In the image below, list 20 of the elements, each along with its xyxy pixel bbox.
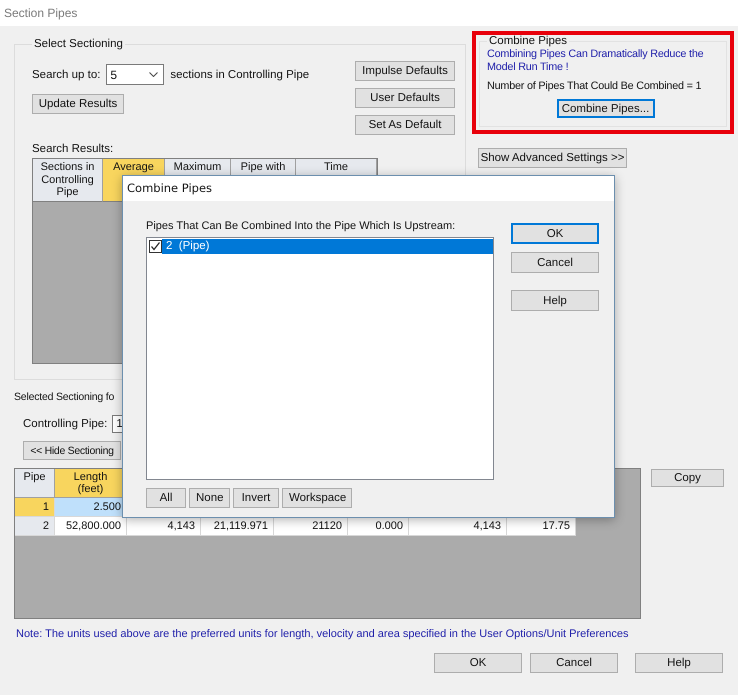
group-title: Combine Pipes xyxy=(488,35,568,47)
table-cell: 17.75 xyxy=(507,517,576,536)
group-title: Select Sectioning xyxy=(33,38,124,50)
table-cell: 4,143 xyxy=(409,517,507,536)
table-cell: 0.000 xyxy=(348,517,409,536)
units-note: Note: The units used above are the preferred units for length, velocity and area specified in the User Options/Unit Preferences xyxy=(16,628,630,640)
window-title: Section Pipes xyxy=(4,6,78,20)
info-message: Combining Pipes Can Dramatically Reduce the Model Run Time ! xyxy=(487,48,704,74)
combinable-count-text: Number of Pipes That Could Be Combined = 1 xyxy=(487,80,702,92)
table-cell: 52,800.000 xyxy=(55,517,127,536)
search-results-label: Search Results: xyxy=(32,143,114,155)
controlling-pipe-label: Controlling Pipe: xyxy=(23,418,108,430)
list-label: Pipes That Can Be Combined Into the Pipe Which Is Upstream: xyxy=(146,220,456,232)
section-title: Selected Sectioning fo xyxy=(14,391,114,403)
table-cell: 21,119.971 xyxy=(201,517,274,536)
dialog-title: Combine Pipes xyxy=(127,181,212,195)
table-cell: 4,143 xyxy=(127,517,201,536)
table-cell: 21120 xyxy=(274,517,348,536)
sections-suffix-label: sections in Controlling Pipe xyxy=(170,68,310,80)
search-label: Search up to: xyxy=(32,68,100,80)
